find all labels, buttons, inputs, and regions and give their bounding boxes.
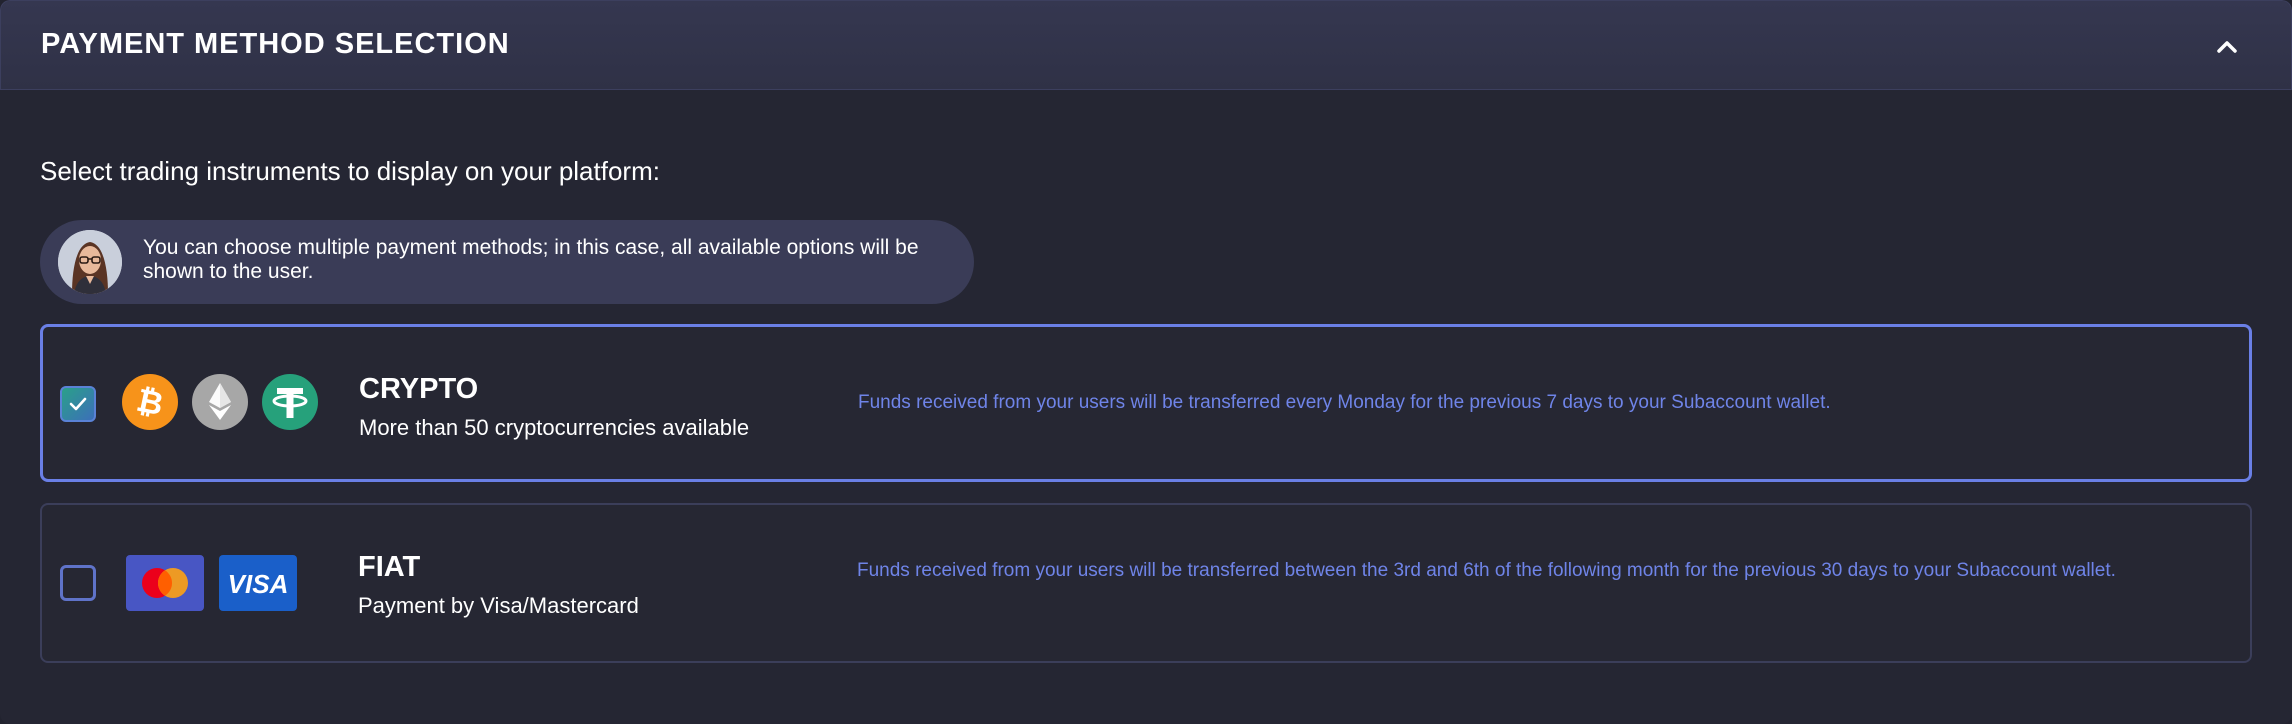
tether-icon — [262, 374, 318, 430]
checkmark-icon — [69, 397, 87, 411]
mastercard-icon — [126, 555, 204, 611]
panel-title: PAYMENT METHOD SELECTION — [41, 28, 510, 60]
bitcoin-icon: ₿ — [122, 374, 178, 430]
hint-bubble: You can choose multiple payment methods;… — [40, 220, 974, 304]
visa-logo-text: VISA — [228, 569, 289, 599]
hint-text: You can choose multiple payment methods;… — [143, 236, 919, 283]
crypto-description: Funds received from your users will be t… — [858, 392, 1831, 413]
fiat-title: FIAT — [358, 551, 421, 583]
payment-method-panel: PAYMENT METHOD SELECTION Select trading … — [0, 0, 2292, 724]
crypto-title: CRYPTO — [359, 373, 479, 405]
ethereum-icon — [192, 374, 248, 430]
crypto-subtitle: More than 50 cryptocurrencies available — [359, 415, 750, 440]
crypto-checkbox[interactable] — [60, 386, 96, 422]
visa-icon: VISA — [219, 555, 297, 611]
fiat-checkbox[interactable] — [60, 565, 96, 601]
panel-header[interactable]: PAYMENT METHOD SELECTION — [0, 0, 2292, 90]
instructions-text: Select trading instruments to display on… — [40, 156, 660, 186]
payment-option-crypto[interactable]: ₿ CRYPTO More than 50 cryptocurrencies a… — [40, 324, 2252, 482]
payment-option-fiat[interactable]: VISA FIAT Payment by Visa/Mastercard Fun… — [40, 503, 2252, 663]
assistant-avatar — [58, 230, 122, 294]
fiat-description: Funds received from your users will be t… — [857, 560, 2116, 581]
fiat-subtitle: Payment by Visa/Mastercard — [358, 593, 639, 618]
chevron-up-icon[interactable] — [2209, 31, 2245, 61]
